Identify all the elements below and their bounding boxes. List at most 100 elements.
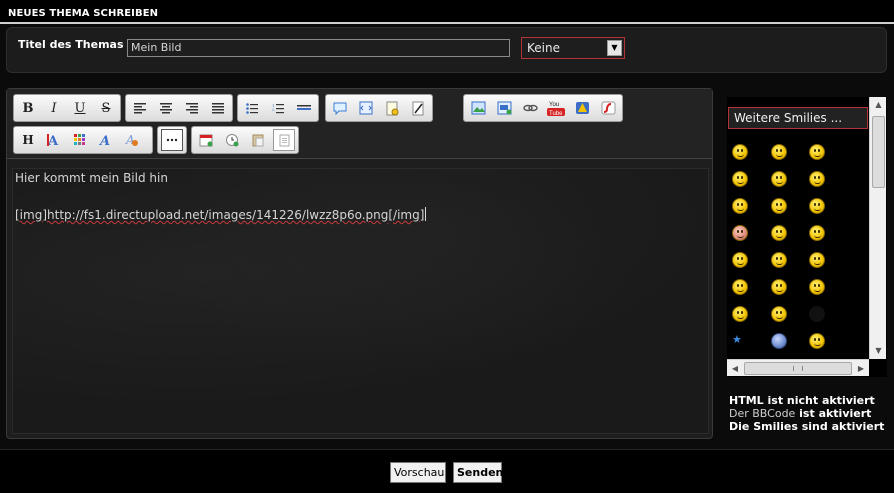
smiley-icon[interactable] [732, 144, 748, 160]
page-header: NEUES THEMA SCHREIBEN [0, 0, 894, 24]
image-icon[interactable] [467, 97, 489, 119]
smiley-feature [741, 149, 743, 152]
more-icon[interactable] [161, 129, 183, 151]
toolbar-group-media: You Tube [463, 94, 623, 122]
smiley-feature [737, 149, 739, 152]
smiley-feature [741, 176, 743, 179]
underline-icon[interactable]: U [69, 97, 91, 119]
heading-icon[interactable]: H [17, 129, 39, 151]
smiley-icon[interactable] [771, 279, 787, 295]
bbcode-link[interactable]: Der BBCode [729, 407, 795, 420]
smiley-icon[interactable] [809, 171, 825, 187]
justify-icon[interactable] [207, 97, 229, 119]
smiley-icon[interactable] [809, 279, 825, 295]
topic-title-label: Titel des Themas [18, 38, 124, 51]
smiley-feature [737, 262, 744, 265]
horizontal-rule-icon[interactable] [293, 97, 315, 119]
smiley-icon[interactable] [809, 306, 825, 322]
smiley-icon[interactable] [771, 333, 787, 349]
youtube-icon[interactable]: You Tube [545, 97, 567, 119]
align-left-icon[interactable] [129, 97, 151, 119]
smiley-icon[interactable] [809, 225, 825, 241]
flash-icon[interactable] [597, 97, 619, 119]
font-face-icon[interactable]: A [95, 129, 117, 151]
send-button[interactable]: Senden [453, 462, 503, 483]
smiley-feature [818, 230, 820, 233]
code-icon[interactable] [355, 97, 377, 119]
smiley-icon[interactable] [732, 279, 748, 295]
clock-icon[interactable] [221, 129, 243, 151]
message-textarea[interactable]: Hier kommt mein Bild hin [img]http://fs1… [12, 168, 709, 434]
smiley-feature [814, 176, 816, 179]
link-icon[interactable] [519, 97, 541, 119]
numbered-list-icon[interactable]: 12 [267, 97, 289, 119]
remove-format-icon[interactable]: A [121, 129, 143, 151]
chevron-down-icon[interactable]: ▼ [607, 40, 622, 56]
smiley-icon[interactable] [732, 306, 748, 322]
font-size-icon[interactable]: A [43, 129, 65, 151]
page-icon[interactable] [273, 129, 295, 151]
smiley-icon[interactable] [771, 225, 787, 241]
smiley-icon[interactable] [809, 198, 825, 214]
smiley-feature [814, 208, 821, 211]
horizontal-scroll-thumb[interactable] [744, 362, 852, 375]
note-icon[interactable] [381, 97, 403, 119]
image-upload-icon[interactable] [493, 97, 515, 119]
bullet-list-icon[interactable] [241, 97, 263, 119]
editor-panel: B I U S 12 You Tube H A A A Hier kommt m… [6, 88, 713, 439]
strikethrough-icon[interactable]: S [95, 97, 117, 119]
smiley-feature [776, 230, 778, 233]
toolbar-group-lists: 12 [237, 94, 319, 122]
smiley-icon[interactable] [771, 171, 787, 187]
smiley-icon[interactable] [732, 252, 748, 268]
smiley-icon[interactable] [809, 333, 825, 349]
scroll-right-icon[interactable]: ▶ [854, 362, 868, 375]
align-right-icon[interactable] [181, 97, 203, 119]
smiley-feature [814, 235, 821, 238]
warning-icon[interactable] [571, 97, 593, 119]
smiley-icon[interactable] [771, 252, 787, 268]
prefix-select[interactable]: Keine ▼ [521, 37, 625, 59]
edit-icon[interactable] [407, 97, 429, 119]
horizontal-scrollbar[interactable]: ◀ ▶ [727, 359, 869, 376]
smiley-feature [776, 257, 778, 260]
scroll-left-icon[interactable]: ◀ [728, 362, 742, 375]
smiley-icon[interactable] [771, 198, 787, 214]
smiley-feature [780, 203, 782, 206]
align-center-icon[interactable] [155, 97, 177, 119]
smiley-feature [818, 149, 820, 152]
italic-icon[interactable]: I [43, 97, 65, 119]
html-status: HTML ist nicht aktiviert [729, 394, 875, 407]
smiley-icon[interactable] [732, 171, 748, 187]
smiley-feature [776, 316, 783, 319]
preview-button[interactable]: Vorschau [390, 462, 446, 483]
smiley-icon[interactable] [771, 306, 787, 322]
smiley-feature [814, 203, 816, 206]
smilies-panel: Weitere Smilies ... ★ ▲ ▼ ◀ ▶ [727, 97, 887, 377]
scroll-up-icon[interactable]: ▲ [872, 98, 885, 112]
topic-title-input[interactable]: Mein Bild [127, 39, 510, 57]
bold-icon[interactable]: B [17, 97, 39, 119]
smiley-icon[interactable] [771, 144, 787, 160]
smiley-feature [776, 262, 783, 265]
smiley-icon[interactable]: ★ [732, 333, 748, 349]
vertical-scrollbar[interactable]: ▲ ▼ [869, 97, 886, 359]
smiley-feature [741, 284, 743, 287]
smiley-feature [737, 181, 744, 184]
calendar-icon[interactable] [195, 129, 217, 151]
more-smilies-button[interactable]: Weitere Smilies ... [728, 107, 868, 129]
color-icon[interactable] [69, 129, 91, 151]
smiley-feature [776, 154, 783, 157]
smiley-icon[interactable] [732, 198, 748, 214]
smiley-icon[interactable] [809, 144, 825, 160]
smiley-icon[interactable] [732, 225, 748, 241]
smiley-icon[interactable] [809, 252, 825, 268]
toolbar-group-insert [325, 94, 433, 122]
vertical-scroll-thumb[interactable] [872, 116, 885, 188]
quote-icon[interactable] [329, 97, 351, 119]
bbcode-status: Der BBCode ist aktiviert [729, 407, 872, 420]
smiley-feature [814, 154, 821, 157]
scroll-down-icon[interactable]: ▼ [872, 344, 885, 358]
smiley-feature [818, 257, 820, 260]
paste-icon[interactable] [247, 129, 269, 151]
